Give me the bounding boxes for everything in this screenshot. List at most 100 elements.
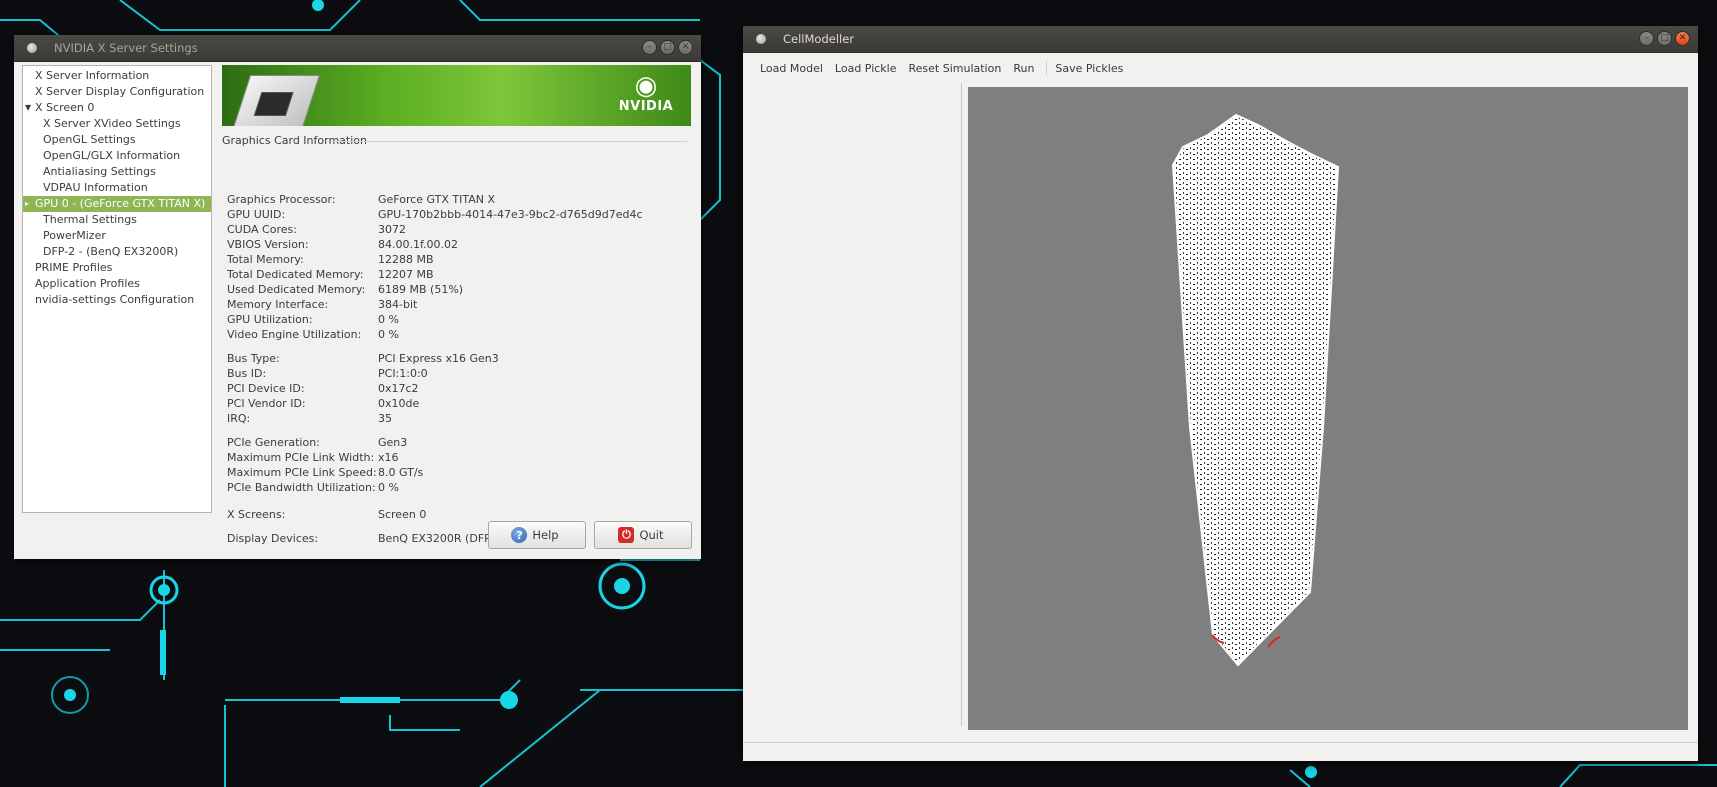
window-menu-icon[interactable] <box>756 34 766 44</box>
info-row: Memory Interface: 384-bit <box>227 297 417 312</box>
simulation-viewport[interactable] <box>968 87 1688 730</box>
load-pickle-button[interactable]: Load Pickle <box>835 62 897 75</box>
highlight-cells-right <box>1267 636 1281 648</box>
tree-item[interactable]: OpenGL Settings <box>23 132 211 148</box>
tree-item-label: X Server Information <box>35 69 150 82</box>
info-label: GPU Utilization: <box>227 313 313 326</box>
tree-item[interactable]: Thermal Settings <box>23 212 211 228</box>
tree-item-label: PowerMizer <box>43 229 106 242</box>
tree-item-label: X Server Display Configuration <box>35 85 205 98</box>
minimize-icon[interactable]: – <box>642 40 657 55</box>
info-row: PCI Device ID: 0x17c2 <box>227 381 419 396</box>
tree-item-label: Thermal Settings <box>43 213 137 226</box>
info-label: Bus ID: <box>227 367 267 380</box>
info-row: PCIe Bandwidth Utilization: 0 % <box>227 480 399 495</box>
info-row: Total Memory: 12288 MB <box>227 252 434 267</box>
tree-item-label: OpenGL Settings <box>43 133 136 146</box>
collapse-arrow-icon[interactable]: ▸ <box>25 196 29 212</box>
tree-item[interactable]: X Server Display Configuration <box>23 84 211 100</box>
tree-item[interactable]: PRIME Profiles <box>23 260 211 276</box>
info-label: X Screens: <box>227 508 286 521</box>
info-value: 0 % <box>378 481 399 494</box>
info-value: 12207 MB <box>378 268 434 281</box>
info-label: VBIOS Version: <box>227 238 309 251</box>
info-row: Maximum PCIe Link Width: x16 <box>227 450 399 465</box>
info-label: Display Devices: <box>227 532 319 545</box>
maximize-icon[interactable]: □ <box>660 40 675 55</box>
info-label: PCIe Bandwidth Utilization: <box>227 481 376 494</box>
info-row: PCI Vendor ID: 0x10de <box>227 396 419 411</box>
toolbar-separator <box>1046 61 1048 75</box>
info-value: 0 % <box>378 313 399 326</box>
reset-simulation-button[interactable]: Reset Simulation <box>909 62 1002 75</box>
info-value: PCI:1:0:0 <box>378 367 428 380</box>
section-divider <box>332 141 687 142</box>
close-icon[interactable]: ✕ <box>1675 31 1690 46</box>
minimize-icon[interactable]: – <box>1639 31 1654 46</box>
quit-button[interactable]: ⏻ Quit <box>594 521 692 549</box>
info-label: Bus Type: <box>227 352 280 365</box>
info-row: Bus ID: PCI:1:0:0 <box>227 366 428 381</box>
tree-item[interactable]: ▼ X Screen 0 <box>23 100 211 116</box>
tree-item-label: GPU 0 - (GeForce GTX TITAN X) <box>35 197 206 210</box>
info-row: X Screens: Screen 0 <box>227 507 426 522</box>
settings-tree[interactable]: X Server Information X Server Display Co… <box>22 65 212 513</box>
info-row: Maximum PCIe Link Speed:8.0 GT/s <box>227 465 423 480</box>
nvidia-logo: ◉ NVIDIA <box>613 73 679 114</box>
tree-item[interactable]: OpenGL/GLX Information <box>23 148 211 164</box>
save-pickles-button[interactable]: Save Pickles <box>1055 62 1123 75</box>
tree-item-selected[interactable]: ▸ GPU 0 - (GeForce GTX TITAN X) <box>23 196 211 212</box>
cellmodeller-window: CellModeller – □ ✕ Load Model Load Pickl… <box>743 26 1698 761</box>
info-label: Graphics Processor: <box>227 193 336 206</box>
expand-arrow-icon[interactable]: ▼ <box>25 100 31 116</box>
tree-item[interactable]: PowerMizer <box>23 228 211 244</box>
info-label: Maximum PCIe Link Speed: <box>227 466 377 479</box>
load-model-button[interactable]: Load Model <box>760 62 823 75</box>
info-label: PCI Vendor ID: <box>227 397 306 410</box>
info-row: Graphics Processor: GeForce GTX TITAN X <box>227 192 495 207</box>
gpu-info-panel: ◉ NVIDIA Graphics Card Information Graph… <box>222 65 692 545</box>
info-value: 6189 MB (51%) <box>378 283 464 296</box>
info-label: PCIe Generation: <box>227 436 320 449</box>
cell-colony <box>1171 113 1340 667</box>
tree-item[interactable]: Application Profiles <box>23 276 211 292</box>
tree-item[interactable]: X Server Information <box>23 68 211 84</box>
help-button[interactable]: ? Help <box>488 521 586 549</box>
help-icon: ? <box>511 527 528 543</box>
info-label: Video Engine Utilization: <box>227 328 362 341</box>
tree-item-label: X Screen 0 <box>35 101 95 114</box>
info-value: PCI Express x16 Gen3 <box>378 352 499 365</box>
info-row: CUDA Cores: 3072 <box>227 222 406 237</box>
tree-item[interactable]: X Server XVideo Settings <box>23 116 211 132</box>
info-row: PCIe Generation: Gen3 <box>227 435 407 450</box>
parameters-panel[interactable] <box>743 83 962 726</box>
info-label: GPU UUID: <box>227 208 286 221</box>
tree-item-label: DFP-2 - (BenQ EX3200R) <box>43 245 179 258</box>
status-bar <box>743 742 1698 761</box>
tree-item[interactable]: Antialiasing Settings <box>23 164 211 180</box>
info-value: 0x17c2 <box>378 382 419 395</box>
nvidia-titlebar[interactable]: NVIDIA X Server Settings – □ ✕ <box>14 35 701 62</box>
run-button[interactable]: Run <box>1013 62 1034 75</box>
maximize-icon[interactable]: □ <box>1657 31 1672 46</box>
info-value: 84.00.1f.00.02 <box>378 238 459 251</box>
info-value: 384-bit <box>378 298 418 311</box>
info-value: 0 % <box>378 328 399 341</box>
info-row: GPU UUID: GPU-170b2bbb-4014-47e3-9bc2-d76… <box>227 207 643 222</box>
info-value: 35 <box>378 412 392 425</box>
tree-item[interactable]: nvidia-settings Configuration <box>23 292 211 308</box>
close-icon[interactable]: ✕ <box>678 40 693 55</box>
info-label: Maximum PCIe Link Width: <box>227 451 375 464</box>
nvidia-settings-window: NVIDIA X Server Settings – □ ✕ X Server … <box>14 35 701 559</box>
info-value: GPU-170b2bbb-4014-47e3-9bc2-d765d9d7ed4c <box>378 208 643 221</box>
gpu-chip-icon <box>229 75 321 126</box>
info-value: Screen 0 <box>378 508 427 521</box>
window-menu-icon[interactable] <box>27 43 37 53</box>
tree-item[interactable]: VDPAU Information <box>23 180 211 196</box>
cellmodeller-titlebar[interactable]: CellModeller – □ ✕ <box>743 26 1698 53</box>
info-value: 8.0 GT/s <box>378 466 424 479</box>
tree-item[interactable]: DFP-2 - (BenQ EX3200R) <box>23 244 211 260</box>
info-row: Bus Type: PCI Express x16 Gen3 <box>227 351 499 366</box>
power-icon: ⏻ <box>618 527 635 543</box>
window-title: NVIDIA X Server Settings <box>54 41 198 55</box>
